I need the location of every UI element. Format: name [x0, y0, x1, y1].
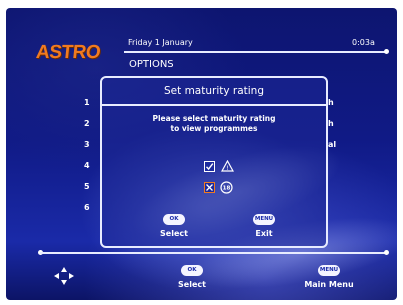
svg-text:!: !	[226, 165, 228, 172]
warning-rating-icon: !	[221, 160, 234, 172]
list-number[interactable]: 1	[84, 98, 90, 107]
dialog-title: Set maturity rating	[102, 78, 326, 106]
list-number[interactable]: 3	[84, 140, 90, 149]
rating-18-icon: 18	[220, 181, 233, 194]
list-item-text: al	[328, 140, 337, 149]
divider-end-dot	[384, 250, 389, 255]
rating-checkbox-checked[interactable]	[204, 161, 215, 172]
divider-end-dot	[384, 49, 389, 54]
instruction-line: to view programmes	[170, 124, 258, 133]
arrow-keys-icon	[54, 267, 74, 285]
header-divider	[124, 51, 386, 53]
list-number[interactable]: 5	[84, 182, 90, 191]
ok-key-icon[interactable]: OK	[163, 214, 185, 225]
tv-screen: ASTRO Friday 1 January 0:03a OPTIONS 1 2…	[6, 8, 397, 300]
footer-select-label[interactable]: Select	[172, 280, 212, 289]
list-item-text: h	[328, 98, 334, 107]
list-number[interactable]: 4	[84, 161, 90, 170]
header-time: 0:03a	[352, 38, 375, 47]
astro-logo: ASTRO	[34, 42, 102, 63]
header-date: Friday 1 January	[128, 38, 193, 47]
ok-key-icon[interactable]: OK	[181, 265, 203, 276]
footer-divider	[40, 252, 386, 254]
dialog-instruction: Please select maturity rating to view pr…	[102, 114, 326, 134]
menu-key-icon[interactable]: MENU	[318, 265, 340, 276]
checkmark-icon	[205, 163, 214, 171]
maturity-rating-dialog: Set maturity rating Please select maturi…	[100, 76, 328, 248]
list-number[interactable]: 6	[84, 203, 90, 212]
menu-key-icon[interactable]: MENU	[253, 214, 275, 225]
cross-icon	[206, 184, 213, 191]
footer-main-menu-label[interactable]: Main Menu	[297, 280, 361, 289]
page-title: OPTIONS	[129, 59, 174, 70]
exit-button-label[interactable]: Exit	[244, 229, 284, 238]
rating-checkbox-crossed[interactable]	[204, 182, 215, 193]
instruction-line: Please select maturity rating	[152, 114, 276, 123]
list-item-text: h	[328, 119, 334, 128]
select-button-label[interactable]: Select	[154, 229, 194, 238]
list-number[interactable]: 2	[84, 119, 90, 128]
rating-18-label: 18	[223, 186, 231, 192]
